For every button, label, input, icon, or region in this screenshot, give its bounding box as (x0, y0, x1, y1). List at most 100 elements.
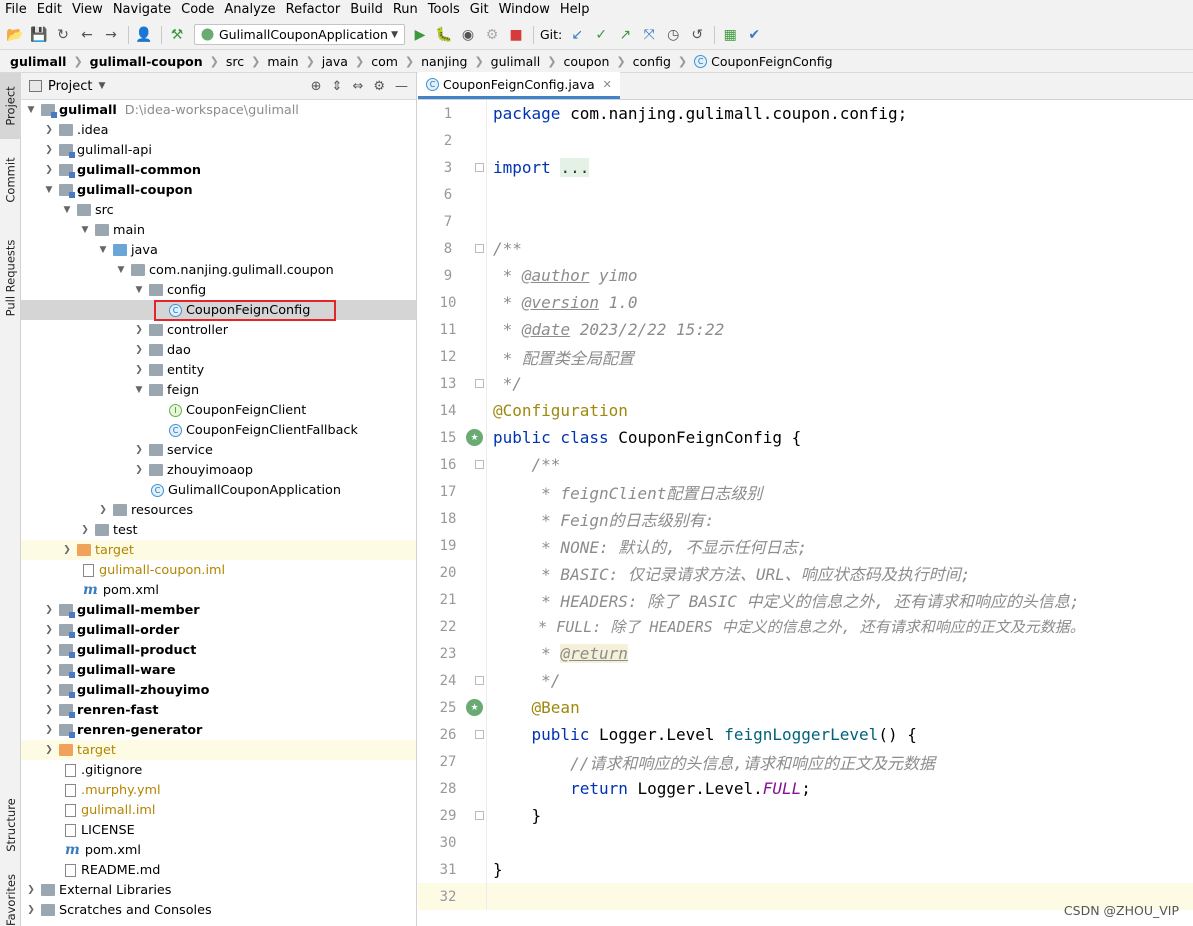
tree-item[interactable]: ❯ gulimall-order (21, 620, 416, 640)
menu-tools[interactable]: Tools (423, 0, 465, 20)
code-area[interactable]: 1 package com.nanjing.gulimall.coupon.con… (418, 100, 1193, 910)
tree-item[interactable]: ❯ controller (21, 320, 416, 340)
fold-icon[interactable] (475, 244, 484, 253)
history-icon[interactable]: ◷ (662, 24, 684, 46)
rollback-icon[interactable]: ↺ (686, 24, 708, 46)
breadcrumb-item[interactable]: coupon ❯ (563, 54, 632, 69)
tree-item-selected[interactable]: C CouponFeignConfig (21, 300, 416, 321)
tree-item[interactable]: ❯ renren-generator (21, 720, 416, 740)
tree-item[interactable]: ❯ dao (21, 340, 416, 360)
tree-item[interactable]: ▼ java (21, 240, 416, 260)
coverage-icon[interactable]: ◉ (457, 24, 479, 46)
menu-code[interactable]: Code (176, 0, 219, 20)
tree-item[interactable]: ❯ renren-fast (21, 700, 416, 720)
chevron-right-icon[interactable]: ❯ (43, 165, 55, 175)
run-configuration-select[interactable]: GulimallCouponApplication ▼ (194, 24, 405, 45)
stop-icon[interactable]: ■ (505, 24, 527, 46)
fold-icon[interactable] (475, 730, 484, 739)
tree-item[interactable]: ❯ resources (21, 500, 416, 520)
menu-refactor[interactable]: Refactor (281, 0, 346, 20)
chevron-right-icon[interactable]: ❯ (133, 445, 145, 455)
breadcrumb-item[interactable]: main ❯ (267, 54, 321, 69)
git-update-icon[interactable]: ↙ (566, 24, 588, 46)
chevron-right-icon[interactable]: ❯ (97, 505, 109, 515)
tree-item[interactable]: ▼ gulimall D:\idea-workspace\gulimall (21, 100, 416, 120)
tree-item[interactable]: C GulimallCouponApplication (21, 480, 416, 500)
tool-tab-pull-requests[interactable]: Pull Requests (0, 223, 21, 333)
tree-item[interactable]: LICENSE (21, 820, 416, 840)
chevron-down-icon[interactable]: ▼ (79, 225, 91, 235)
build-hammer-icon[interactable]: ⚒ (166, 24, 188, 46)
breadcrumb-item[interactable]: C CouponFeignConfig (694, 54, 833, 69)
tree-item[interactable]: m pom.xml (21, 840, 416, 860)
chevron-right-icon[interactable]: ❯ (25, 885, 37, 895)
chevron-right-icon[interactable]: ❯ (43, 645, 55, 655)
chevron-right-icon[interactable]: ❯ (79, 525, 91, 535)
tool-tab-structure[interactable]: Structure (0, 785, 21, 865)
menu-analyze[interactable]: Analyze (219, 0, 280, 20)
fold-icon[interactable] (475, 676, 484, 685)
save-icon[interactable]: 💾 (28, 24, 50, 46)
chevron-right-icon[interactable]: ❯ (43, 625, 55, 635)
tree-item[interactable]: ▼ config (21, 280, 416, 300)
chevron-right-icon[interactable]: ❯ (133, 465, 145, 475)
forward-icon[interactable]: → (100, 24, 122, 46)
menu-run[interactable]: Run (388, 0, 423, 20)
tree-item[interactable]: ▼ src (21, 200, 416, 220)
breadcrumb-item[interactable]: gulimall-coupon ❯ (90, 54, 226, 69)
tree-item[interactable]: ❯ gulimall-ware (21, 660, 416, 680)
chevron-right-icon[interactable]: ❯ (133, 365, 145, 375)
breadcrumb-item[interactable]: com ❯ (371, 54, 421, 69)
git-commit-icon[interactable]: ✓ (590, 24, 612, 46)
tree-item[interactable]: ❯ gulimall-api (21, 140, 416, 160)
gear-icon[interactable]: ⚙ (373, 79, 385, 94)
menu-file[interactable]: File (0, 0, 32, 20)
menu-build[interactable]: Build (345, 0, 388, 20)
fold-icon[interactable] (475, 163, 484, 172)
close-icon[interactable]: ✕ (603, 78, 612, 91)
check-circle-icon[interactable]: ✔ (743, 24, 765, 46)
locate-icon[interactable]: ⊕ (311, 79, 322, 94)
tree-item[interactable]: m pom.xml (21, 580, 416, 600)
chevron-right-icon[interactable]: ❯ (43, 605, 55, 615)
debug-icon[interactable]: 🐛 (433, 24, 455, 46)
breadcrumb-item[interactable]: gulimall ❯ (10, 54, 90, 69)
tree-item[interactable]: ▼ main (21, 220, 416, 240)
project-panel-title[interactable]: Project (48, 79, 92, 94)
tree-item[interactable]: .murphy.yml (21, 780, 416, 800)
chevron-down-icon[interactable]: ▼ (133, 385, 145, 395)
tree-item[interactable]: ❯ gulimall-zhouyimo (21, 680, 416, 700)
chevron-right-icon[interactable]: ❯ (43, 665, 55, 675)
tree-item[interactable]: ❯ .idea (21, 120, 416, 140)
breadcrumb-item[interactable]: config ❯ (633, 54, 694, 69)
chevron-right-icon[interactable]: ❯ (133, 345, 145, 355)
chevron-right-icon[interactable]: ❯ (43, 125, 55, 135)
chevron-down-icon[interactable]: ▼ (133, 285, 145, 295)
tree-item[interactable]: .gitignore (21, 760, 416, 780)
chevron-down-icon[interactable]: ▼ (61, 205, 73, 215)
menu-navigate[interactable]: Navigate (108, 0, 176, 20)
tree-item[interactable]: ❯ Scratches and Consoles (21, 900, 416, 920)
fold-icon[interactable] (475, 811, 484, 820)
menu-view[interactable]: View (67, 0, 108, 20)
tree-item[interactable]: ❯ zhouyimoaop (21, 460, 416, 480)
fold-icon[interactable] (475, 379, 484, 388)
tree-item[interactable]: README.md (21, 860, 416, 880)
chevron-right-icon[interactable]: ❯ (25, 905, 37, 915)
tree-item[interactable]: C CouponFeignClientFallback (21, 420, 416, 440)
menu-help[interactable]: Help (555, 0, 595, 20)
fold-icon[interactable] (475, 460, 484, 469)
minimize-icon[interactable]: — (395, 79, 408, 94)
chevron-right-icon[interactable]: ❯ (133, 325, 145, 335)
tree-item[interactable]: ▼ com.nanjing.gulimall.coupon (21, 260, 416, 280)
chevron-right-icon[interactable]: ❯ (43, 725, 55, 735)
chevron-down-icon[interactable]: ▼ (115, 265, 127, 275)
tree-item[interactable]: I CouponFeignClient (21, 400, 416, 420)
tree-item[interactable]: ❯ target (21, 540, 416, 560)
chevron-down-icon[interactable]: ▼ (98, 81, 105, 91)
sync-icon[interactable]: ↻ (52, 24, 74, 46)
tool-tab-favorites[interactable]: Favorites (0, 873, 21, 926)
run-icon[interactable]: ▶ (409, 24, 431, 46)
menu-window[interactable]: Window (494, 0, 555, 20)
chevron-down-icon[interactable]: ▼ (25, 105, 37, 115)
